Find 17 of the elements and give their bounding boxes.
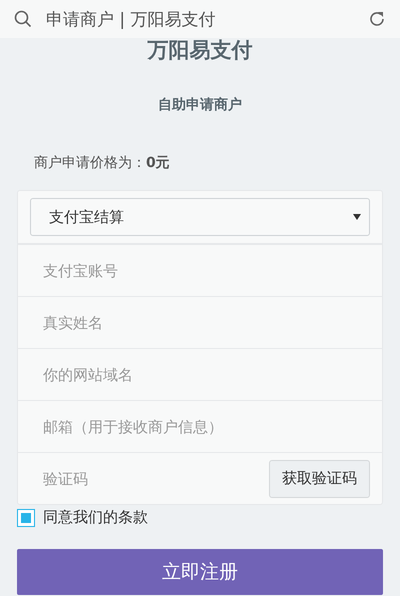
register-button[interactable]: 立即注册 [17,549,383,595]
text-field[interactable]: 你的网站域名 [18,366,382,384]
text-field[interactable]: 支付宝账号 [18,262,382,280]
price-note: 商户申请价格为：0元 [34,154,171,172]
form-heading: 自助申请商户 [157,96,243,114]
text-field[interactable]: 邮箱（用于接收商户信息） [18,418,382,436]
settlement-select[interactable]: 支付宝结算 [30,198,370,236]
search-icon[interactable] [14,10,32,28]
agree-label: 同意我们的条款 [43,508,148,527]
site-title: 万阳易支付 [146,38,254,64]
page-title: 申请商户 | 万阳易支付 [46,8,217,30]
text-field[interactable]: 真实姓名 [18,314,382,332]
get-code-button[interactable]: 获取验证码 [269,460,370,498]
agree-checkbox[interactable] [17,508,35,526]
code-field[interactable]: 验证码 [18,470,269,488]
reload-icon[interactable] [368,10,386,28]
dropdown-arrow-icon [353,214,361,220]
